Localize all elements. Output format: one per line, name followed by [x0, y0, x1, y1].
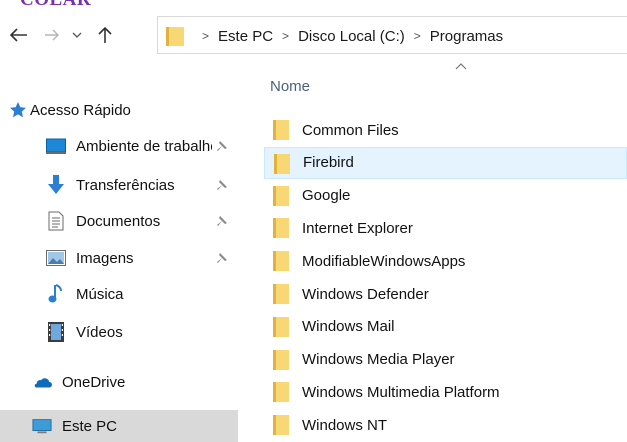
- forward-button[interactable]: [40, 16, 64, 54]
- file-list-pane: Nome Common Files Firebird Google Internet …: [238, 54, 627, 442]
- file-name: Common Files: [302, 121, 399, 139]
- breadcrumb-separator: >: [202, 29, 210, 43]
- breadcrumb-disco-local[interactable]: Disco Local (C:): [298, 28, 405, 45]
- navigation-pane: Acesso Rápido Ambiente de trabalho Trans…: [0, 54, 238, 442]
- document-icon: [46, 211, 66, 231]
- address-bar[interactable]: > Este PC > Disco Local (C:) > Programas: [157, 16, 627, 54]
- sidebar-item-transferencias[interactable]: Transferências: [0, 169, 238, 201]
- breadcrumb-separator: >: [282, 29, 290, 43]
- pin-icon[interactable]: [214, 177, 230, 193]
- chevron-down-icon: [72, 32, 82, 38]
- file-name: Windows Mail: [302, 318, 395, 336]
- folder-icon: [273, 349, 289, 370]
- folder-icon: [166, 27, 184, 46]
- arrow-up-icon: [98, 26, 112, 43]
- file-name: Windows Defender: [302, 285, 429, 303]
- file-name: ModifiableWindowsApps: [302, 252, 466, 270]
- sort-ascending-icon[interactable]: [455, 62, 467, 70]
- recent-locations-button[interactable]: [68, 16, 86, 54]
- list-item[interactable]: Windows Mail: [264, 311, 627, 343]
- pin-icon[interactable]: [214, 138, 230, 154]
- folder-icon: [273, 120, 289, 140]
- folder-icon: [273, 284, 289, 304]
- list-item[interactable]: Windows NT: [264, 409, 627, 441]
- pin-icon[interactable]: [214, 250, 230, 266]
- folder-icon: [273, 382, 289, 403]
- sidebar-item-imagens[interactable]: Imagens: [0, 242, 238, 274]
- list-item[interactable]: Internet Explorer: [264, 212, 627, 244]
- list-item[interactable]: Firebird: [264, 146, 627, 179]
- sidebar-item-videos[interactable]: Vídeos: [0, 316, 238, 348]
- file-name: Internet Explorer: [302, 219, 413, 237]
- folder-icon: [273, 316, 289, 337]
- file-name: Google: [302, 187, 351, 205]
- file-name: Firebird: [303, 154, 354, 172]
- computer-icon: [32, 416, 52, 436]
- sidebar-item-label: Ambiente de trabalho: [76, 137, 212, 155]
- star-icon: [8, 100, 28, 120]
- file-name: Windows NT: [302, 416, 388, 434]
- folder-icon: [273, 218, 289, 239]
- folder-icon: [273, 185, 289, 206]
- arrow-right-icon: [45, 29, 59, 41]
- video-icon: [46, 322, 66, 342]
- sidebar-item-acesso-rapido[interactable]: Acesso Rápido: [0, 94, 238, 126]
- music-icon: [46, 284, 66, 304]
- folder-icon: [274, 153, 290, 174]
- desktop-icon: [46, 136, 66, 156]
- list-item[interactable]: Common Files: [264, 114, 627, 146]
- column-header-nome[interactable]: Nome: [270, 78, 310, 95]
- sidebar-item-label: Acesso Rápido: [30, 101, 131, 119]
- file-name: Windows Media Player: [302, 351, 455, 369]
- sidebar-item-label: Vídeos: [76, 323, 123, 341]
- sidebar-item-label: Documentos: [76, 212, 161, 230]
- folder-icon: [273, 251, 289, 272]
- breadcrumb-programas[interactable]: Programas: [430, 28, 503, 45]
- list-item[interactable]: ModifiableWindowsApps: [264, 245, 627, 277]
- sidebar-item-label: Música: [76, 285, 124, 303]
- sidebar-item-onedrive[interactable]: OneDrive: [0, 366, 238, 398]
- sidebar-item-ambiente-de-trabalho[interactable]: Ambiente de trabalho: [0, 130, 238, 162]
- breadcrumb: > Este PC > Disco Local (C:) > Programas: [193, 17, 503, 55]
- breadcrumb-este-pc[interactable]: Este PC: [218, 28, 273, 45]
- arrow-left-icon: [10, 28, 27, 42]
- sidebar-item-label: OneDrive: [62, 373, 126, 391]
- sidebar-item-documentos[interactable]: Documentos: [0, 205, 238, 237]
- cloud-icon: [32, 372, 52, 392]
- image-icon: [46, 248, 66, 268]
- folder-icon: [273, 415, 289, 436]
- breadcrumb-separator: >: [413, 29, 421, 43]
- file-name: Windows Multimedia Platform: [302, 383, 500, 401]
- caption-text: COLAR: [20, 0, 91, 9]
- download-icon: [46, 175, 66, 195]
- sidebar-item-label: Imagens: [76, 249, 134, 267]
- address-toolbar: > Este PC > Disco Local (C:) > Programas: [0, 16, 627, 54]
- list-item[interactable]: Windows Media Player: [264, 344, 627, 376]
- sidebar-item-musica[interactable]: Música: [0, 278, 238, 310]
- sidebar-item-label: Este PC: [62, 417, 118, 435]
- list-item[interactable]: Windows Defender: [264, 278, 627, 310]
- pin-icon[interactable]: [214, 213, 230, 229]
- back-button[interactable]: [6, 16, 32, 54]
- sidebar-item-label: Transferências: [76, 176, 175, 194]
- sidebar-item-este-pc[interactable]: Este PC: [0, 410, 238, 442]
- up-button[interactable]: [92, 16, 118, 54]
- list-item[interactable]: Google: [264, 180, 627, 212]
- list-item[interactable]: Windows Multimedia Platform: [264, 376, 627, 408]
